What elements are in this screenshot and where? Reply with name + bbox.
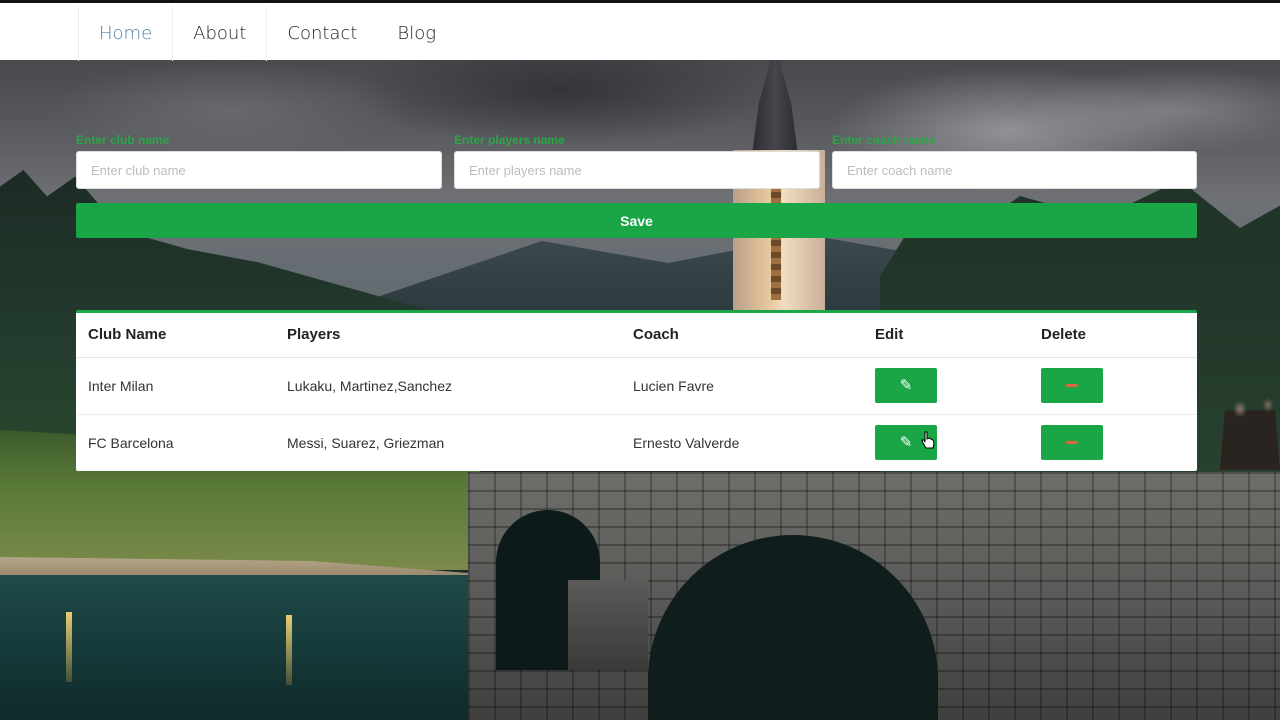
delete-button[interactable] <box>1041 368 1103 403</box>
cell-delete <box>1029 414 1197 471</box>
header-edit: Edit <box>863 313 1029 358</box>
cell-players: Messi, Suarez, Griezman <box>287 434 445 451</box>
cell-players: Lukaku, Martinez,Sanchez <box>275 357 621 415</box>
header-club-name: Club Name <box>76 313 275 358</box>
hand-pointer-cursor-icon <box>921 431 935 449</box>
cell-edit: ✎ <box>863 357 1029 415</box>
players-field-label: Enter players name <box>454 133 565 147</box>
delete-button[interactable] <box>1041 425 1103 461</box>
coach-field-group: Enter coach name <box>832 133 1197 189</box>
club-field-group: Enter club name <box>76 133 442 189</box>
cell-coach: Ernesto Valverde <box>633 434 740 451</box>
players-field-group: Enter players name <box>454 133 820 189</box>
cell-club-name: FC Barcelona <box>88 434 174 451</box>
clubs-table-card: Club Name Players Coach Edit Delete Inte… <box>76 310 1197 471</box>
light-reflection <box>66 612 72 682</box>
cell-club-name: Inter Milan <box>76 357 275 415</box>
nav-blog[interactable]: Blog <box>377 6 456 61</box>
cell-delete <box>1029 357 1197 415</box>
people-on-bridge <box>1220 395 1280 470</box>
top-navbar: Home About Contact Blog <box>0 0 1280 61</box>
nav-contact[interactable]: Contact <box>267 6 377 61</box>
header-players: Players <box>275 313 621 358</box>
edit-button[interactable]: ✎ <box>875 368 937 403</box>
bridge-pier <box>568 580 648 670</box>
coach-field-label: Enter coach name <box>832 133 936 147</box>
club-name-input[interactable] <box>76 151 442 189</box>
clubs-table: Club Name Players Coach Edit Delete Inte… <box>76 313 1197 471</box>
nav-about[interactable]: About <box>173 6 268 61</box>
light-reflection <box>286 615 292 685</box>
edit-icon: ✎ <box>899 377 913 394</box>
cell-coach: Lucien Favre <box>621 357 863 415</box>
cell-edit: ✎ <box>863 414 1029 471</box>
header-delete: Delete <box>1029 313 1197 358</box>
minus-icon <box>1066 441 1078 445</box>
table-header-row: Club Name Players Coach Edit Delete <box>76 313 1197 358</box>
header-coach: Coach <box>621 313 863 358</box>
edit-icon: ✎ <box>899 434 913 452</box>
players-name-input[interactable] <box>454 151 820 189</box>
table-row: FC Barcelona Messi, Suarez, Griezman Ern… <box>76 414 1197 471</box>
main-nav: Home About Contact Blog <box>78 6 456 61</box>
coach-name-input[interactable] <box>832 151 1197 189</box>
save-button[interactable]: Save <box>76 203 1197 238</box>
club-field-label: Enter club name <box>76 133 170 147</box>
nav-home[interactable]: Home <box>78 6 174 61</box>
minus-icon <box>1066 384 1078 387</box>
table-row: Inter Milan Lukaku, Martinez,Sanchez Luc… <box>76 357 1197 415</box>
